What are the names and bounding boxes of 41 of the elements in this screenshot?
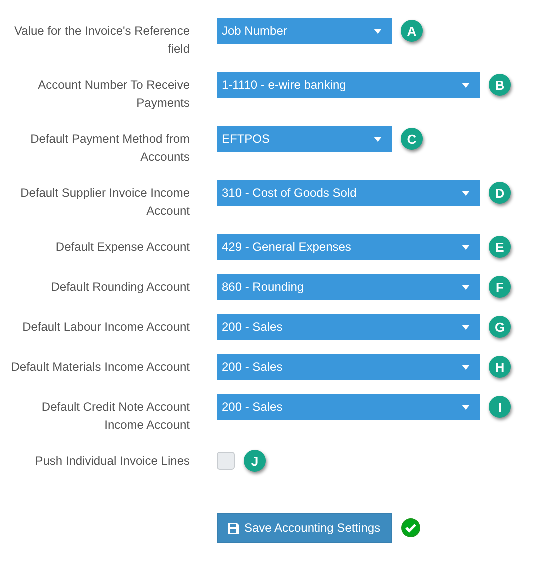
caret-icon — [462, 82, 470, 88]
caret-icon — [462, 284, 470, 290]
step-badge: E — [489, 236, 511, 258]
field-label: Default Credit Note Account Income Account — [40, 399, 190, 434]
field-label: Account Number To Receive Payments — [37, 77, 190, 112]
dropdown[interactable]: Job Number — [217, 18, 392, 44]
caret-icon — [374, 136, 382, 142]
step-badge: C — [401, 128, 423, 150]
step-badge: G — [489, 316, 511, 338]
dropdown[interactable]: 1-1110 - e-wire banking — [217, 72, 480, 98]
step-badge: I — [489, 396, 511, 418]
field-label: Default Payment Method from Accounts — [30, 131, 190, 166]
save-button[interactable]: Save Accounting Settings — [217, 513, 392, 543]
caret-icon — [462, 244, 470, 250]
field-label: Default Supplier Invoice Income Account — [20, 185, 190, 220]
dropdown[interactable]: EFTPOS — [217, 126, 392, 152]
field-label: Value for the Invoice's Reference field — [14, 23, 190, 58]
dropdown[interactable]: 860 - Rounding — [217, 274, 480, 300]
dropdown[interactable]: 200 - Sales — [217, 314, 480, 340]
save-icon — [228, 522, 240, 534]
step-badge: D — [489, 182, 511, 204]
step-badge: F — [489, 276, 511, 298]
dropdown[interactable]: 429 - General Expenses — [217, 234, 480, 260]
step-badge: A — [401, 20, 423, 42]
field-label: Push Individual Invoice Lines — [34, 453, 190, 470]
dropdown[interactable]: 200 - Sales — [217, 394, 480, 420]
caret-icon — [374, 28, 382, 34]
checkbox[interactable] — [217, 452, 235, 470]
field-label: Default Rounding Account — [50, 279, 190, 296]
dropdown[interactable]: 310 - Cost of Goods Sold — [217, 180, 480, 206]
step-badge: B — [489, 74, 511, 96]
caret-icon — [462, 190, 470, 196]
step-badge: H — [489, 356, 511, 378]
caret-icon — [462, 364, 470, 370]
field-label: Default Labour Income Account — [22, 319, 190, 336]
field-label: Default Materials Income Account — [10, 359, 190, 376]
dropdown[interactable]: 200 - Sales — [217, 354, 480, 380]
caret-icon — [462, 404, 470, 410]
step-badge: J — [244, 450, 266, 472]
caret-icon — [462, 324, 470, 330]
field-label: Default Expense Account — [54, 239, 190, 256]
